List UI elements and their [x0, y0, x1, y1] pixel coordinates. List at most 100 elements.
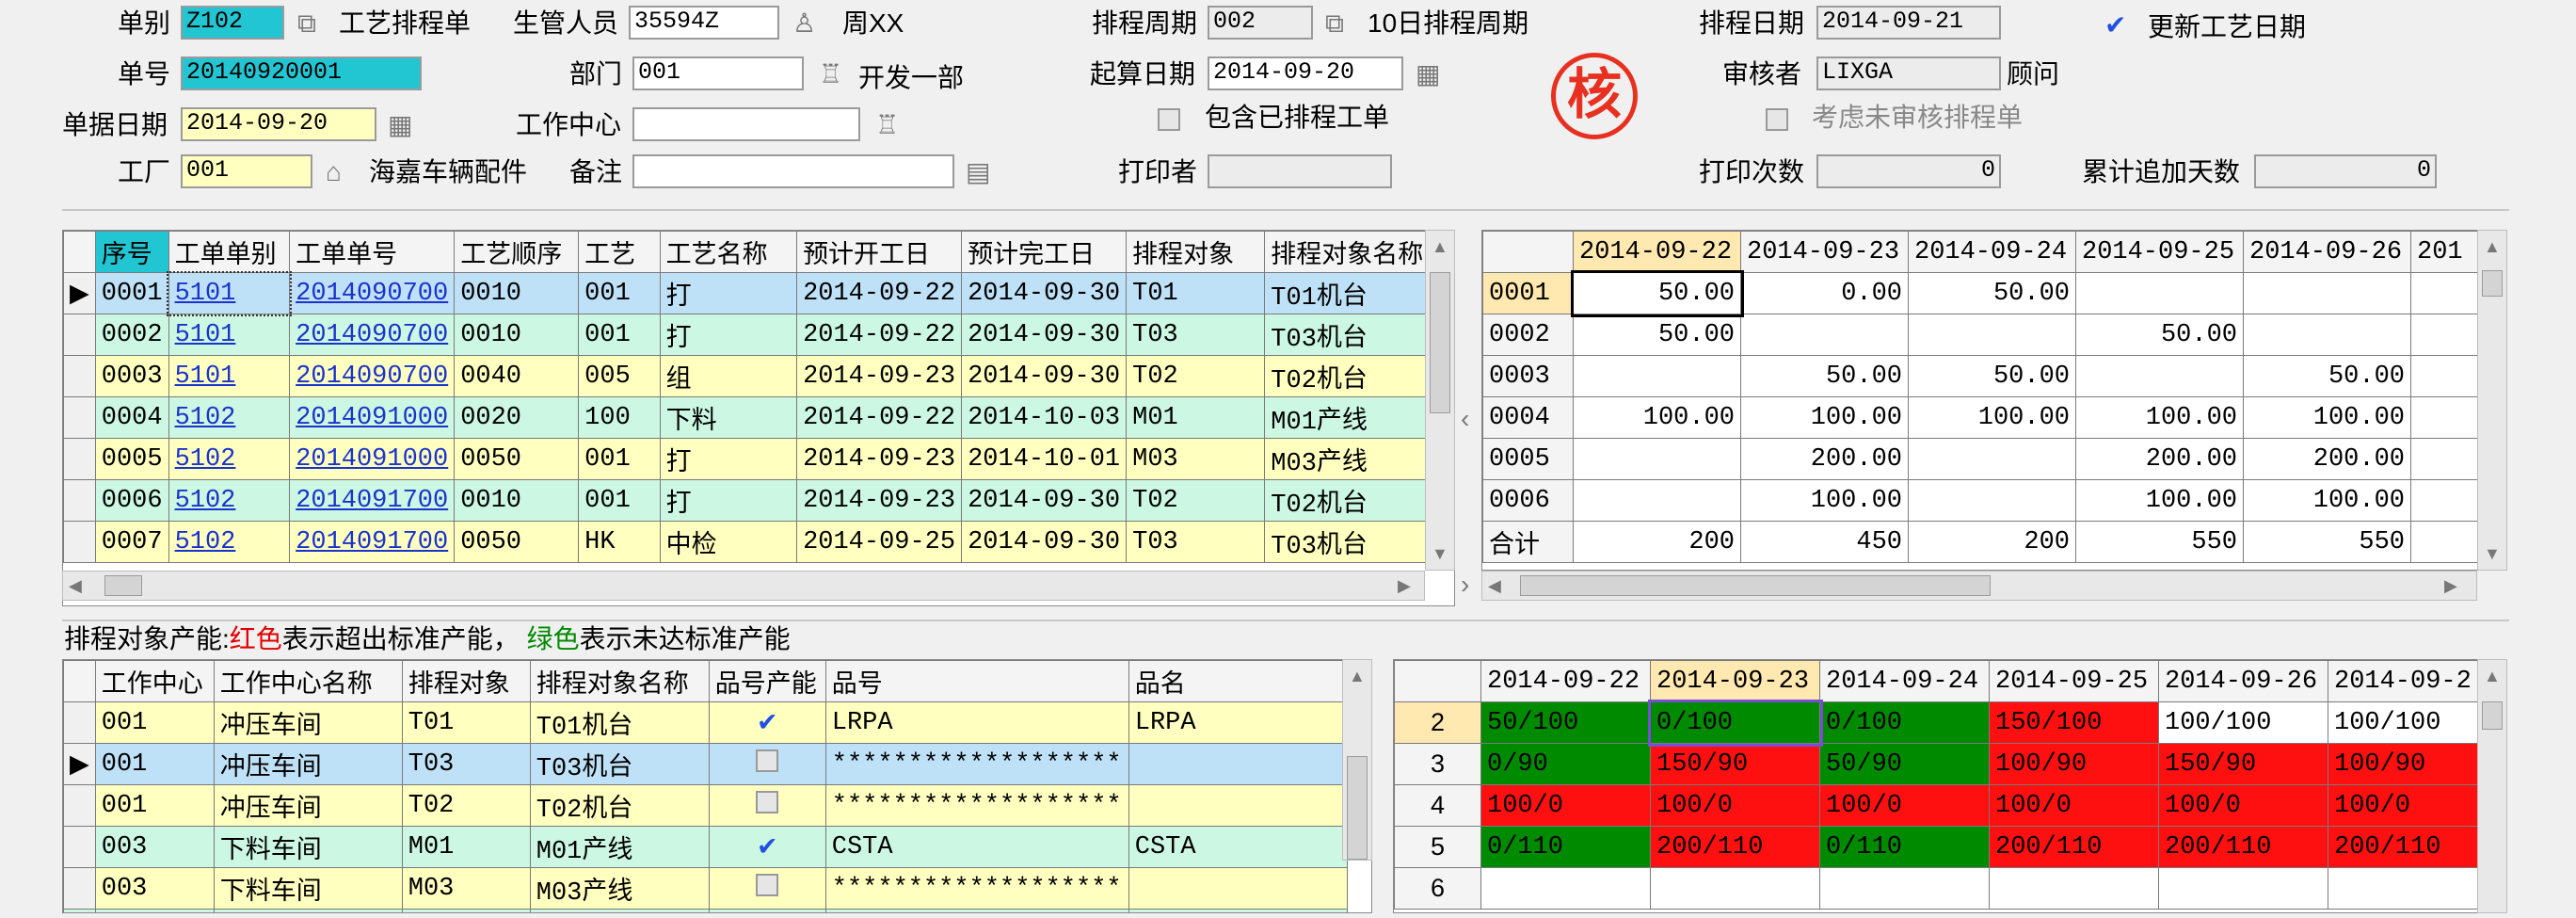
date-header[interactable]: 2014-09-24: [1819, 660, 1990, 702]
load-cell[interactable]: 0/90: [1480, 743, 1651, 785]
load-cell[interactable]: 100/0: [1989, 784, 2159, 827]
table-row[interactable]: 2 50/100 0/100 0/100 150/100 100/100 100/100: [1394, 699, 2498, 747]
column-header[interactable]: 工艺: [578, 231, 661, 273]
load-cell[interactable]: 100/90: [1989, 743, 2159, 785]
table-cell[interactable]: 5102: [168, 396, 291, 439]
remark-field[interactable]: [632, 154, 954, 188]
start-date-field[interactable]: 2014-09-20: [1208, 56, 1403, 90]
load-cell[interactable]: 0/110: [1480, 826, 1651, 868]
note-icon[interactable]: ▤: [966, 156, 990, 188]
table-cell[interactable]: 5101: [168, 314, 291, 356]
qty-cell[interactable]: 100.00: [1740, 479, 1909, 522]
checkmark-icon[interactable]: ✔: [757, 708, 778, 736]
column-header[interactable]: 品名: [1128, 660, 1348, 702]
table-cell[interactable]: 2014091000: [289, 396, 456, 439]
capacity-vscrollbar[interactable]: ▲: [1342, 659, 1372, 861]
table-cell[interactable]: 2014091700: [289, 479, 456, 522]
column-header[interactable]: 序号: [94, 231, 169, 273]
checkbox-empty-icon[interactable]: [756, 749, 779, 772]
column-header[interactable]: 工艺名称: [659, 231, 798, 273]
load-cell[interactable]: 100/0: [1480, 784, 1651, 827]
row-indicator[interactable]: ▶: [63, 743, 96, 785]
column-header[interactable]: 工艺顺序: [454, 231, 580, 273]
table-row[interactable]: 003 下料车间 M03 M03产线 *******************: [63, 867, 1348, 910]
scroll-thumb[interactable]: [2482, 701, 2503, 730]
qty-cell[interactable]: 200.00: [2075, 438, 2244, 480]
column-header[interactable]: 排程对象名称: [529, 660, 710, 702]
table-row[interactable]: 0005 200.00 200.00 200.00: [1482, 438, 2487, 480]
row-indicator[interactable]: [63, 521, 96, 563]
table-row[interactable]: 0007 5102 2014091700 0050 HK 中检 2014-09-25 2014…: [63, 521, 1454, 563]
checkbox-empty-icon[interactable]: [756, 791, 779, 813]
load-cell[interactable]: 100/0: [1819, 784, 1990, 827]
row-indicator[interactable]: [63, 355, 96, 397]
lookup-icon[interactable]: ⧉: [1325, 8, 1344, 40]
load-cell[interactable]: 0/100: [1819, 701, 1990, 744]
scroll-up-icon[interactable]: ▲: [2484, 231, 2501, 263]
qty-cell[interactable]: 100.00: [2243, 396, 2411, 439]
org-icon[interactable]: ♖: [819, 58, 842, 90]
manager-field[interactable]: 35594Z: [629, 6, 779, 40]
date-header[interactable]: 2014-09-24: [1908, 231, 2076, 273]
qty-hscrollbar[interactable]: ◀ ▶: [1481, 571, 2477, 601]
date-header[interactable]: 2014-09-22: [1480, 660, 1651, 702]
qty-cell[interactable]: 100.00: [2243, 479, 2411, 522]
column-header[interactable]: 预计开工日: [796, 231, 963, 273]
qty-cell[interactable]: 50.00: [2243, 355, 2411, 397]
update-checkbox-icon[interactable]: ✔: [2104, 9, 2126, 41]
qty-cell[interactable]: [2410, 355, 2487, 397]
table-row[interactable]: 0004 100.00 100.00 100.00 100.00 100.00: [1482, 396, 2487, 439]
table-cell[interactable]: 5101: [167, 270, 292, 316]
table-row[interactable]: 0002 5101 2014090700 0010 001 打 2014-09-22 2014…: [63, 314, 1454, 356]
load-cell[interactable]: 0/110: [1819, 826, 1990, 868]
qty-cell[interactable]: 100.00: [1740, 396, 1909, 439]
lookup-icon[interactable]: ⧉: [297, 8, 316, 40]
load-cell[interactable]: 50/90: [1819, 743, 1990, 785]
qty-cell[interactable]: 50.00: [1740, 355, 1909, 397]
scroll-up-icon[interactable]: ▲: [2484, 660, 2501, 692]
qty-cell[interactable]: [2410, 396, 2487, 439]
cycle-field[interactable]: 002: [1208, 6, 1313, 40]
column-header[interactable]: 工作中心: [94, 660, 215, 702]
table-row[interactable]: 6: [1394, 867, 2498, 910]
row-indicator[interactable]: [63, 784, 96, 827]
row-indicator[interactable]: [63, 396, 96, 439]
scroll-down-icon[interactable]: ▼: [2484, 538, 2501, 570]
table-row[interactable]: 0006 5102 2014091700 0010 001 打 2014-09-23 2014…: [63, 479, 1454, 522]
scroll-thumb[interactable]: [1430, 272, 1450, 413]
collapse-left-icon[interactable]: ‹: [1461, 403, 1469, 435]
scroll-down-icon[interactable]: ▼: [1432, 538, 1448, 570]
orders-vscrollbar[interactable]: ▲ ▼: [1425, 230, 1455, 571]
table-row[interactable]: 0003 50.00 50.00 50.00: [1482, 355, 2487, 397]
scroll-thumb[interactable]: [104, 575, 142, 596]
doc-no-field[interactable]: 20140920001: [181, 56, 422, 90]
qty-cell[interactable]: [1908, 314, 2076, 356]
capacity-checkbox-cell[interactable]: [708, 867, 826, 910]
doc-type-field[interactable]: Z102: [181, 6, 284, 40]
capacity-checkbox-cell[interactable]: [708, 743, 826, 785]
qty-cell[interactable]: 50.00: [1908, 272, 2076, 314]
qty-cell[interactable]: 0.00: [1740, 272, 1909, 314]
qty-vscrollbar[interactable]: ▲ ▼: [2477, 230, 2507, 571]
column-header[interactable]: 排程对象: [401, 660, 531, 702]
table-row[interactable]: ▶ 001 冲压车间 T03 T03机台 *******************: [63, 743, 1348, 785]
load-cell[interactable]: 0/100: [1647, 699, 1823, 747]
table-row[interactable]: ▶ 0001 5101 2014090700 0010 001 打 2014-09-22 201…: [63, 270, 1454, 316]
row-indicator[interactable]: [63, 479, 96, 522]
column-header[interactable]: 工单单别: [168, 231, 291, 273]
qty-cell[interactable]: [2410, 272, 2487, 314]
table-row[interactable]: 3 0/90 150/90 50/90 100/90 150/90 100/90: [1394, 743, 2498, 785]
capacity-checkbox-cell[interactable]: ✔: [708, 701, 826, 744]
row-indicator[interactable]: [63, 314, 96, 356]
capacity-checkbox-cell[interactable]: ✔: [708, 826, 826, 868]
table-row[interactable]: 0005 5102 2014091000 0050 001 打 2014-09-23 2014…: [63, 438, 1454, 480]
scroll-right-icon[interactable]: ▶: [2444, 570, 2457, 602]
date-header[interactable]: 201: [2410, 231, 2487, 273]
scroll-thumb[interactable]: [1347, 756, 1368, 860]
table-row[interactable]: 0004 5102 2014091000 0020 100 下料 2014-09-22 201…: [63, 396, 1454, 439]
qty-cell[interactable]: 50.00: [2075, 314, 2244, 356]
scroll-left-icon[interactable]: ◀: [1488, 570, 1501, 602]
table-cell[interactable]: 2014091700: [289, 521, 456, 563]
load-cell[interactable]: 200/110: [2158, 826, 2328, 868]
qty-cell[interactable]: [1908, 479, 2076, 522]
